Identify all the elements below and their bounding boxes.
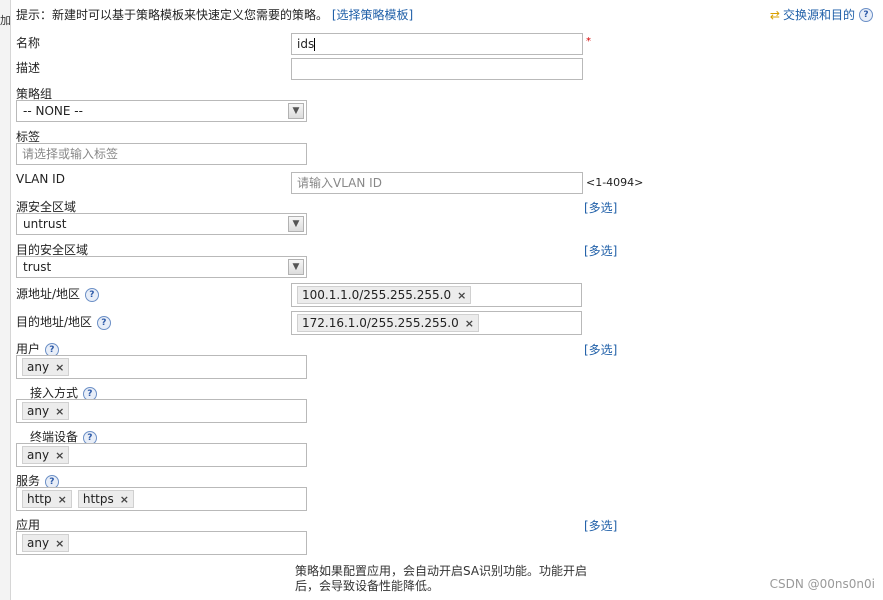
close-icon[interactable]: × [465,317,474,330]
dst-addr-tagbox[interactable]: 172.16.1.0/255.255.255.0 × [291,311,582,335]
swap-label: 交换源和目的 [782,8,855,22]
text-cursor [314,38,316,51]
access-label-text: 接入方式 [30,386,79,400]
device-label-text: 终端设备 [30,430,79,444]
chevron-down-icon[interactable]: ▼ [288,103,304,119]
vlan-range-hint: <1-4094> [586,176,644,189]
tag-text: 172.16.1.0/255.255.255.0 [302,316,459,330]
service-tagbox[interactable]: http × https × [16,487,307,511]
address-tag: 100.1.1.0/255.255.255.0 × [297,286,472,304]
hint-prefix: 提示：新建时可以基于策略模板来快速定义您需要的策略。 [16,8,329,22]
help-icon[interactable]: ? [859,7,873,22]
service-label-text: 服务 [16,474,41,488]
close-icon[interactable]: × [55,361,64,374]
src-zone-select[interactable]: untrust ▼ [16,213,307,235]
help-icon[interactable]: ? [96,315,111,330]
close-icon[interactable]: × [120,493,129,506]
tag-input[interactable]: 请选择或输入标签 [16,143,307,165]
tag-text: any [27,404,50,418]
app-tag: any × [22,534,70,552]
dst-addr-label-text: 目的地址/地区 [16,315,93,329]
desc-label: 描述 [16,61,41,75]
hint-text: 提示：新建时可以基于策略模板来快速定义您需要的策略。 [选择策略模板] [16,6,413,23]
required-mark: * [586,36,591,47]
choose-template-link[interactable]: [选择策略模板] [332,8,413,22]
chevron-down-icon[interactable]: ▼ [288,259,304,275]
access-tag: any × [22,402,70,420]
service-tag: http × [22,490,72,508]
address-tag: 172.16.1.0/255.255.255.0 × [297,314,479,332]
tag-text: https [82,492,114,506]
src-addr-tagbox[interactable]: 100.1.1.0/255.255.255.0 × [291,283,582,307]
close-icon[interactable]: × [55,537,64,550]
chevron-down-icon[interactable]: ▼ [288,216,304,232]
dst-addr-label: 目的地址/地区 ? [16,313,111,330]
close-icon[interactable]: × [55,449,64,462]
policy-group-select[interactable]: -- NONE -- ▼ [16,100,307,122]
left-panel-label: 加 [0,14,10,27]
app-multi-link[interactable]: [多选] [584,517,617,534]
src-zone-value: untrust [23,217,67,231]
close-icon[interactable]: × [457,289,466,302]
tag-text: 100.1.1.0/255.255.255.0 [302,288,452,302]
user-tag: any × [22,358,70,376]
device-tagbox[interactable]: any × [16,443,307,467]
tag-placeholder: 请选择或输入标签 [22,147,119,161]
tag-text: any [27,448,50,462]
user-multi-link[interactable]: [多选] [584,341,617,358]
user-tagbox[interactable]: any × [16,355,307,379]
watermark: CSDN @00ns0n0i [769,577,875,591]
help-icon[interactable]: ? [84,287,99,302]
name-label: 名称 [16,36,41,50]
desc-input[interactable] [291,58,583,80]
swap-src-dst-link[interactable]: ⇄ 交换源和目的 ? [770,6,873,23]
close-icon[interactable]: × [55,405,64,418]
vlan-placeholder: 请输入VLAN ID [297,176,382,190]
app-warning-note: 策略如果配置应用，会自动开启SA识别功能。功能开启后，会导致设备性能降低。 [295,564,588,593]
device-tag: any × [22,446,70,464]
dst-zone-value: trust [23,260,52,274]
src-addr-label: 源地址/地区 ? [16,285,99,302]
left-panel-strip [0,0,11,600]
tag-text: any [27,360,50,374]
policy-group-value: -- NONE -- [23,104,83,118]
dst-zone-multi-link[interactable]: [多选] [584,242,617,259]
tag-text: http [27,492,52,506]
tag-text: any [27,536,50,550]
swap-icon: ⇄ [769,7,780,22]
vlan-input[interactable]: 请输入VLAN ID [291,172,583,194]
name-value: ids [297,37,315,51]
src-zone-multi-link[interactable]: [多选] [584,199,617,216]
src-addr-label-text: 源地址/地区 [16,287,81,301]
app-tagbox[interactable]: any × [16,531,307,555]
dst-zone-select[interactable]: trust ▼ [16,256,307,278]
service-tag: https × [77,490,134,508]
name-input[interactable]: ids [291,33,583,55]
close-icon[interactable]: × [58,493,67,506]
access-tagbox[interactable]: any × [16,399,307,423]
user-label-text: 用户 [16,342,41,356]
vlan-label: VLAN ID [16,172,65,186]
